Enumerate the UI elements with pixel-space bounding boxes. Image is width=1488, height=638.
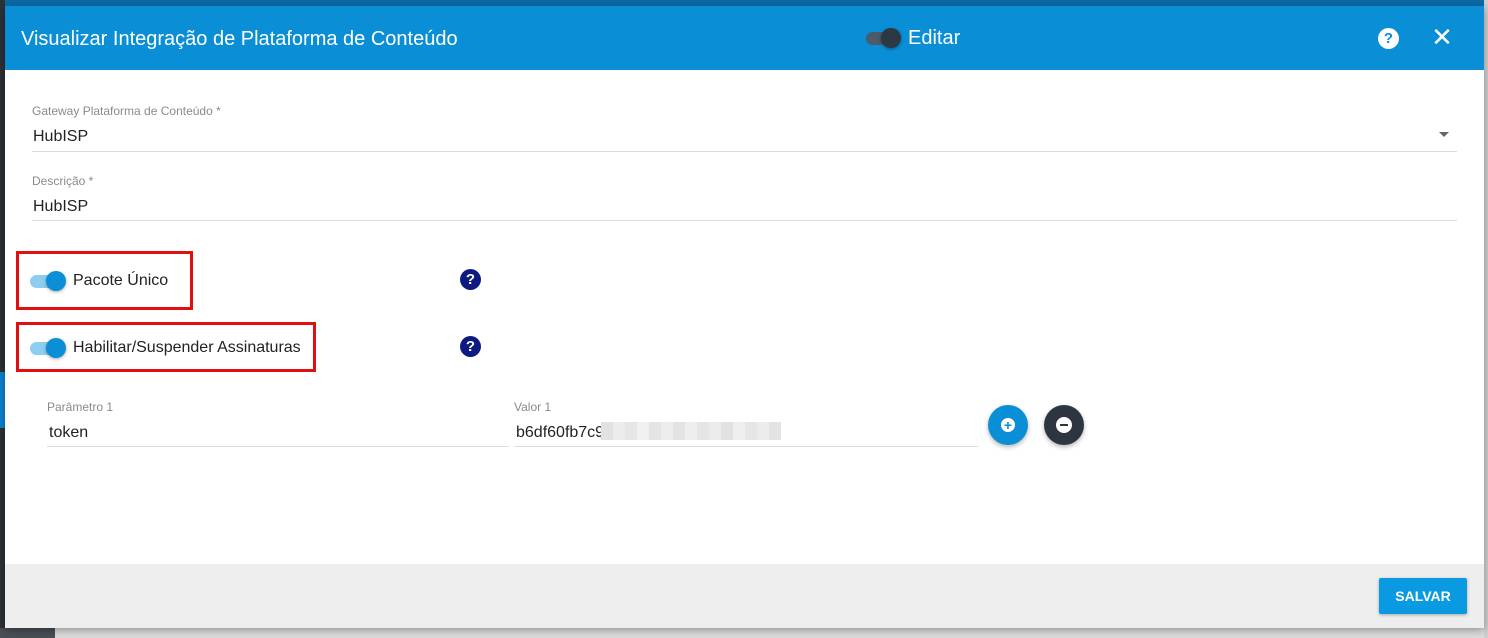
plus-icon: + xyxy=(1001,418,1015,432)
chevron-down-icon[interactable] xyxy=(1439,132,1449,137)
habilitar-suspender-label: Habilitar/Suspender Assinaturas xyxy=(73,339,301,356)
switch-thumb xyxy=(46,338,66,358)
dialog-header: Visualizar Integração de Plataforma de C… xyxy=(5,6,1484,70)
pacote-unico-switch[interactable] xyxy=(30,270,66,292)
value-label: Valor 1 xyxy=(514,400,552,414)
save-button[interactable]: SALVAR xyxy=(1379,578,1467,614)
parameter-input[interactable]: token xyxy=(49,424,88,442)
value-input[interactable]: b6df60fb7c9 xyxy=(516,424,604,442)
pacote-unico-help-icon[interactable]: ? xyxy=(460,269,481,290)
edit-toggle-thumb xyxy=(881,28,901,48)
background-page xyxy=(0,628,1488,638)
add-parameter-button[interactable]: + xyxy=(988,405,1028,445)
help-icon[interactable]: ? xyxy=(1378,28,1399,49)
value-field-underline xyxy=(514,446,978,447)
pacote-unico-label: Pacote Único xyxy=(73,272,169,289)
gateway-field-underline xyxy=(32,151,1457,152)
gateway-select[interactable]: HubISP xyxy=(33,128,88,146)
background-scrollbar xyxy=(1484,0,1488,638)
dialog-title: Visualizar Integração de Plataforma de C… xyxy=(21,28,458,50)
habilitar-suspender-switch[interactable] xyxy=(30,337,66,359)
minus-icon xyxy=(1056,417,1072,433)
description-input[interactable]: HubISP xyxy=(33,198,88,216)
value-redaction-blur xyxy=(601,422,790,440)
parameter-field-underline xyxy=(47,446,509,447)
gateway-field-label: Gateway Plataforma de Conteúdo * xyxy=(32,104,221,118)
background-page-dark xyxy=(0,628,55,638)
switch-thumb xyxy=(46,271,66,291)
remove-parameter-button[interactable] xyxy=(1044,405,1084,445)
description-field-underline xyxy=(32,220,1457,221)
integration-dialog: Visualizar Integração de Plataforma de C… xyxy=(5,6,1484,628)
close-icon[interactable]: ✕ xyxy=(1430,24,1454,50)
parameter-label: Parâmetro 1 xyxy=(47,400,114,414)
dialog-footer: SALVAR xyxy=(5,564,1484,628)
description-field-label: Descrição * xyxy=(32,174,94,188)
habilitar-suspender-help-icon[interactable]: ? xyxy=(460,336,481,357)
edit-label: Editar xyxy=(908,27,961,49)
edit-mode-toggle[interactable] xyxy=(865,28,901,48)
